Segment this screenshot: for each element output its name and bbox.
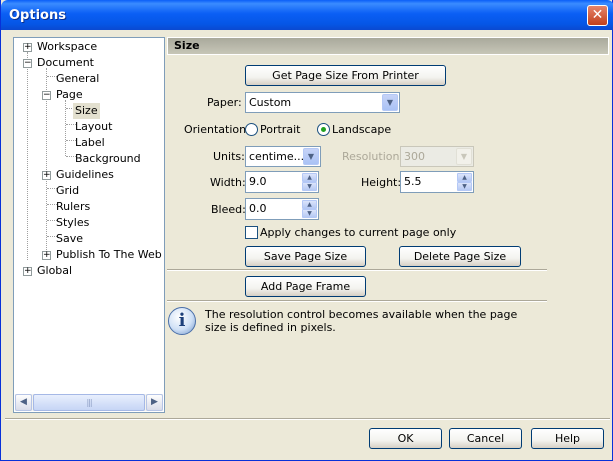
spin-down-icon[interactable]: ▼ [302, 209, 317, 218]
portrait-radio[interactable] [245, 123, 258, 136]
scroll-thumb[interactable]: ||| [33, 394, 145, 411]
height-value: 5.5 [404, 175, 422, 188]
bleed-label: Bleed: [211, 203, 246, 216]
options-tree[interactable]: + Workspace − Document General − Page Si… [13, 37, 165, 413]
scroll-right-icon[interactable]: ▶ [146, 394, 163, 411]
add-page-frame-button[interactable]: Add Page Frame [245, 276, 366, 297]
info-icon: i [168, 307, 196, 335]
chevron-down-icon[interactable]: ▼ [382, 94, 398, 111]
options-dialog: Options ✕ + Workspace − Document General… [0, 0, 613, 461]
separator [167, 300, 547, 302]
tree-horizontal-scrollbar[interactable]: ◀ ||| ▶ [15, 394, 163, 411]
width-spinbox[interactable]: 9.0 ▲ ▼ [245, 171, 319, 193]
orientation-label: Orientation: [184, 123, 250, 136]
resolution-value: 300 [404, 150, 425, 163]
tree-item-label: Document [37, 56, 94, 69]
close-button[interactable]: ✕ [587, 5, 608, 26]
tree-item-label: Background [75, 152, 141, 165]
tree-item-label: Page [56, 88, 83, 101]
chevron-down-icon[interactable]: ▼ [303, 148, 319, 165]
bleed-value: 0.0 [249, 202, 267, 215]
tree-line [27, 52, 28, 260]
chevron-down-icon: ▼ [456, 148, 472, 165]
cancel-button[interactable]: Cancel [449, 428, 522, 449]
height-label: Height: [361, 176, 402, 189]
width-label: Width: [210, 176, 246, 189]
save-page-size-button[interactable]: Save Page Size [245, 246, 366, 267]
ok-button[interactable]: OK [369, 428, 442, 449]
tree-item-label: Label [75, 136, 105, 149]
units-value: centime... [249, 150, 305, 163]
tree-item-label: Layout [75, 120, 113, 133]
footer-separator [5, 418, 610, 420]
tree-item-label: Publish To The Web [56, 248, 162, 261]
collapse-icon[interactable]: − [42, 91, 51, 100]
expand-icon[interactable]: + [42, 251, 51, 260]
panel-header: Size [167, 37, 609, 55]
tree-item-label: Global [37, 264, 73, 277]
spin-up-icon[interactable]: ▲ [302, 200, 317, 209]
expand-icon[interactable]: + [23, 267, 32, 276]
scroll-left-icon[interactable]: ◀ [15, 394, 32, 411]
tree-item-label: Size [73, 103, 100, 119]
paper-label: Paper: [207, 96, 242, 109]
expand-icon[interactable]: + [42, 171, 51, 180]
tree-item-label: Workspace [37, 40, 98, 53]
tree-item-label: General [56, 72, 100, 85]
separator [167, 269, 547, 271]
tree-item-label: Styles [56, 216, 90, 229]
units-select[interactable]: centime... ▼ [245, 146, 321, 167]
help-button[interactable]: Help [531, 428, 604, 449]
delete-page-size-button[interactable]: Delete Page Size [399, 246, 521, 267]
tree-item-label: Rulers [56, 200, 91, 213]
spin-down-icon[interactable]: ▼ [302, 182, 317, 191]
window-title: Options [9, 8, 66, 23]
resolution-select: 300 ▼ [400, 146, 474, 167]
landscape-radio[interactable] [317, 123, 330, 136]
tree-item-label: Save [56, 232, 84, 245]
get-page-size-from-printer-button[interactable]: Get Page Size From Printer [245, 65, 446, 86]
dialog-client: + Workspace − Document General − Page Si… [5, 30, 610, 457]
bleed-spinbox[interactable]: 0.0 ▲ ▼ [245, 198, 319, 220]
tree-item-label: Guidelines [56, 168, 114, 181]
height-spinbox[interactable]: 5.5 ▲ ▼ [400, 171, 474, 193]
tree-item-label: Grid [56, 184, 80, 197]
width-value: 9.0 [249, 175, 267, 188]
expand-icon[interactable]: + [23, 43, 32, 52]
spin-up-icon[interactable]: ▲ [302, 173, 317, 182]
portrait-label[interactable]: Portrait [260, 123, 300, 137]
title-bar[interactable]: Options ✕ [1, 0, 613, 30]
paper-select[interactable]: Custom ▼ [245, 92, 400, 113]
units-label: Units: [213, 150, 245, 163]
apply-current-page-checkbox[interactable] [245, 226, 258, 239]
apply-current-page-label[interactable]: Apply changes to current page only [260, 226, 456, 240]
spin-down-icon[interactable]: ▼ [457, 182, 472, 191]
resolution-info-text: The resolution control becomes available… [205, 308, 518, 334]
landscape-label[interactable]: Landscape [332, 123, 391, 137]
resolution-label: Resolution: [342, 150, 404, 163]
spin-up-icon[interactable]: ▲ [457, 173, 472, 182]
collapse-icon[interactable]: − [23, 59, 32, 68]
paper-value: Custom [249, 96, 292, 109]
